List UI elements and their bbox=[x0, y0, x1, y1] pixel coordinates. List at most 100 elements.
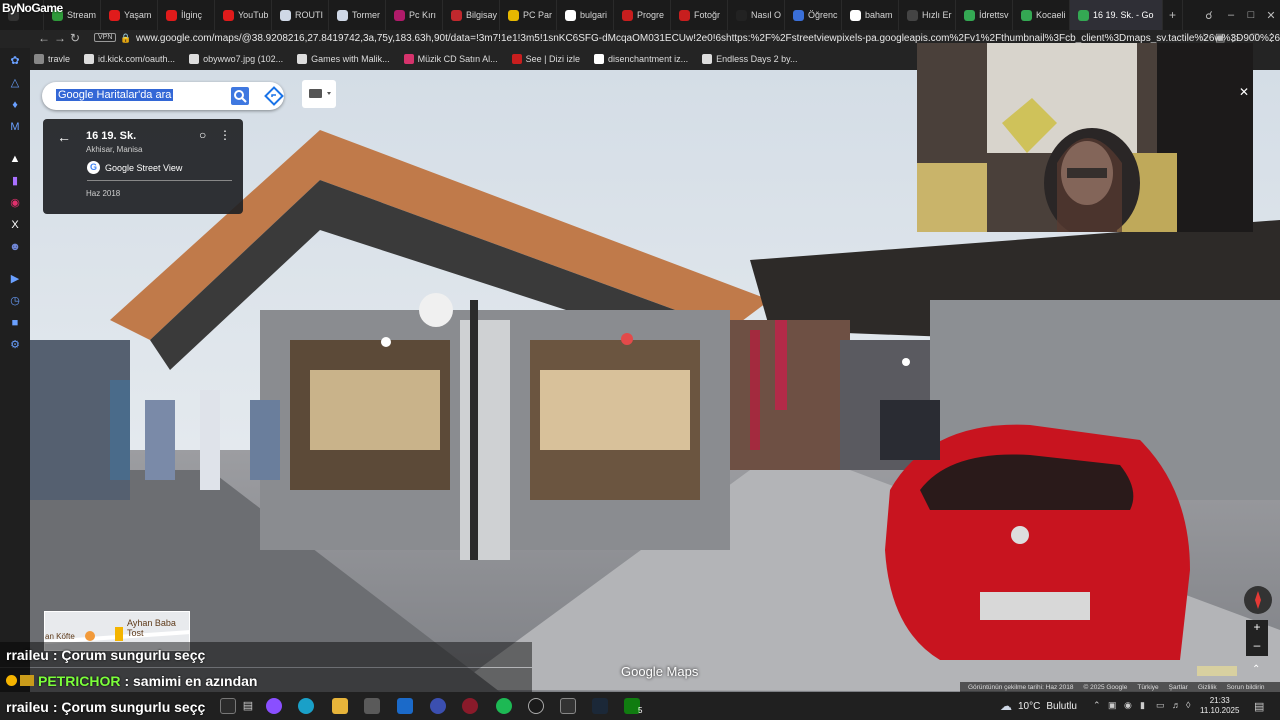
chat-user: PETRICHOR bbox=[38, 672, 121, 689]
search-button[interactable] bbox=[231, 87, 249, 105]
browser-tab[interactable]: Nasıl O bbox=[728, 0, 785, 30]
footer-terms[interactable]: Şartlar bbox=[1169, 684, 1188, 691]
footer-privacy[interactable]: Gizlilik bbox=[1198, 684, 1217, 691]
sidebar-bag-icon[interactable]: △ bbox=[8, 76, 22, 90]
minimize-icon[interactable]: – bbox=[1220, 0, 1242, 30]
tray-mic-icon[interactable]: ▮ bbox=[1140, 700, 1145, 711]
expand-icon[interactable]: ⌃ bbox=[1252, 664, 1260, 675]
maps-search-box[interactable]: Google Haritalar'da ara bbox=[42, 82, 284, 110]
search-input[interactable]: Google Haritalar'da ara bbox=[56, 89, 174, 101]
epic-games-icon[interactable] bbox=[560, 698, 576, 714]
google-icon: G bbox=[87, 161, 100, 174]
new-tab-button[interactable]: + bbox=[1163, 0, 1183, 30]
bookmark-item[interactable]: disenchantment iz... bbox=[594, 54, 688, 64]
browser-tab[interactable]: YouTub bbox=[215, 0, 272, 30]
tray-app-icon[interactable]: ▣ bbox=[1108, 700, 1117, 711]
bookmark-label: disenchantment iz... bbox=[608, 54, 689, 64]
lock-icon[interactable]: 🔒 bbox=[120, 33, 131, 44]
spotify-icon[interactable] bbox=[496, 698, 512, 714]
sidebar-history-icon[interactable]: ◷ bbox=[8, 294, 22, 308]
steam-icon[interactable] bbox=[592, 698, 608, 714]
bookmark-favicon-icon bbox=[511, 54, 522, 64]
reload-icon[interactable]: ↻ bbox=[70, 31, 80, 45]
search-icon[interactable]: ☌ bbox=[1198, 0, 1220, 30]
sidebar-game-icon[interactable]: ♦ bbox=[8, 98, 22, 112]
store-icon[interactable] bbox=[364, 698, 380, 714]
close-window-icon[interactable]: ✕ bbox=[1260, 0, 1280, 30]
system-clock[interactable]: 21:33 11.10.2025 bbox=[1200, 696, 1239, 716]
sidebar-x-icon[interactable]: X bbox=[8, 218, 22, 232]
task-view-icon[interactable]: ▤ bbox=[240, 698, 256, 714]
sidebar-altstore-icon[interactable]: ▲ bbox=[8, 152, 22, 166]
photo-strip-thumbnails[interactable] bbox=[1197, 666, 1237, 676]
zoom-out-button[interactable]: – bbox=[1246, 638, 1268, 656]
vpn-badge[interactable]: VPN bbox=[94, 33, 117, 42]
opera-icon[interactable] bbox=[462, 698, 478, 714]
location-pin-icon[interactable]: ○ bbox=[199, 128, 206, 142]
back-icon[interactable]: ← bbox=[38, 31, 50, 45]
capture-date[interactable]: Haz 2018 bbox=[86, 189, 120, 198]
sidebar-twitch-icon[interactable]: ▮ bbox=[8, 174, 22, 188]
more-icon[interactable]: ⋮ bbox=[1266, 31, 1277, 44]
outlook-icon[interactable] bbox=[397, 698, 413, 714]
directions-button[interactable] bbox=[264, 86, 284, 106]
weather-widget[interactable]: ☁ 10°C Bulutlu bbox=[1000, 699, 1077, 713]
browser-tab[interactable]: Fotoğr bbox=[671, 0, 728, 30]
browser-tab[interactable]: Progre bbox=[614, 0, 671, 30]
sidebar-messenger-icon[interactable]: M bbox=[8, 120, 22, 134]
browser-tab[interactable]: İdrettsv bbox=[956, 0, 1013, 30]
browser-tab[interactable]: Öğrenc bbox=[785, 0, 842, 30]
browser-tab[interactable]: Hızlı Er bbox=[899, 0, 956, 30]
browser-tab[interactable]: Kocaeli bbox=[1013, 0, 1070, 30]
sidebar-discord-icon[interactable]: ☻ bbox=[8, 240, 22, 254]
zoom-in-button[interactable]: + bbox=[1246, 620, 1268, 638]
browser-tab[interactable]: Yaşam bbox=[101, 0, 158, 30]
sidebar-player-icon[interactable]: ▶ bbox=[8, 272, 22, 286]
bookmark-item[interactable]: id.kick.com/oauth... bbox=[84, 54, 175, 64]
browser-tab[interactable]: ROUTI bbox=[272, 0, 329, 30]
sidebar-instagram-icon[interactable]: ◉ bbox=[8, 196, 22, 210]
tab-favicon-icon bbox=[109, 9, 120, 21]
bookmark-item[interactable]: Müzik CD Satın Al... bbox=[403, 54, 498, 64]
chatgpt-icon[interactable] bbox=[528, 698, 544, 714]
footer-report[interactable]: Sorun bildirin bbox=[1227, 684, 1265, 691]
search-icon[interactable] bbox=[220, 698, 236, 714]
keyboard-button[interactable] bbox=[302, 80, 336, 108]
browser-tab[interactable]: İlginç bbox=[158, 0, 215, 30]
sidebar-aria-icon[interactable]: ✿ bbox=[8, 54, 22, 68]
edge-icon[interactable] bbox=[298, 698, 314, 714]
browser-tab[interactable]: PC Par bbox=[500, 0, 557, 30]
tray-display-icon[interactable]: ▭ bbox=[1156, 700, 1165, 711]
browser-tab[interactable]: Tormer bbox=[329, 0, 386, 30]
bookmark-item[interactable]: travle bbox=[34, 54, 70, 64]
bookmark-item[interactable]: Endless Days 2 by... bbox=[702, 54, 797, 64]
street-view-source[interactable]: G Google Street View bbox=[87, 161, 232, 181]
tray-speaker-icon[interactable]: ♬ bbox=[1172, 700, 1181, 710]
footer-country[interactable]: Türkiye bbox=[1137, 684, 1158, 691]
bookmark-item[interactable]: Games with Malik... bbox=[297, 54, 390, 64]
browser-tab[interactable]: bulgari bbox=[557, 0, 614, 30]
sidebar-settings-icon[interactable]: ⚙ bbox=[8, 338, 22, 352]
tray-network-icon[interactable]: ◊ bbox=[1186, 700, 1190, 710]
forward-icon[interactable]: → bbox=[54, 31, 66, 45]
compass-button[interactable] bbox=[1244, 586, 1272, 614]
close-icon[interactable]: ✕ bbox=[1239, 85, 1249, 99]
maximize-icon[interactable]: □ bbox=[1240, 0, 1262, 30]
back-arrow-icon[interactable]: ← bbox=[57, 129, 71, 145]
bookmark-item[interactable]: obywwo7.jpg (102... bbox=[189, 54, 283, 64]
sidebar-cube-icon[interactable]: ■ bbox=[8, 316, 22, 330]
tab-label: ROUTI bbox=[295, 10, 323, 20]
tab-label: YouTub bbox=[238, 10, 269, 20]
browser-tab[interactable]: Bilgisay bbox=[443, 0, 500, 30]
copilot-icon[interactable] bbox=[266, 698, 282, 714]
app-icon[interactable] bbox=[430, 698, 446, 714]
tray-app-icon[interactable]: ◉ bbox=[1124, 700, 1132, 711]
browser-tab[interactable]: baham bbox=[842, 0, 899, 30]
more-options-icon[interactable]: ⋮ bbox=[219, 128, 231, 142]
browser-tab[interactable]: 16 19. Sk. - Go bbox=[1070, 0, 1163, 30]
bookmark-item[interactable]: See | Dizi izle bbox=[511, 54, 580, 64]
tray-chevron-icon[interactable]: ⌃ bbox=[1093, 700, 1101, 711]
browser-tab[interactable]: Pc Kırı bbox=[386, 0, 443, 30]
file-explorer-icon[interactable] bbox=[332, 698, 348, 714]
notifications-icon[interactable]: ▤ bbox=[1254, 700, 1264, 713]
